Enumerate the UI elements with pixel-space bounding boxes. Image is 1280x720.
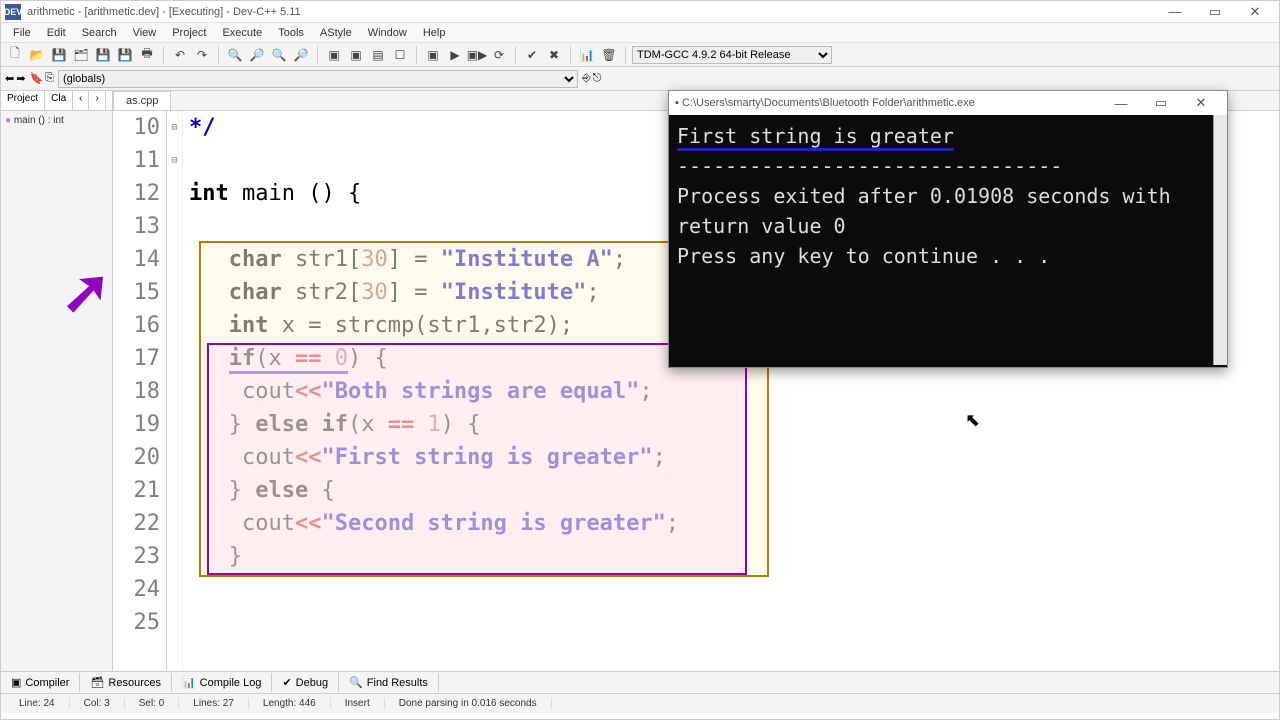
- profile-icon[interactable]: 📊: [577, 45, 597, 65]
- menu-project[interactable]: Project: [164, 27, 214, 39]
- bottom-tab-findresults[interactable]: 🔍 Find Results: [339, 673, 439, 692]
- replace-icon[interactable]: 🔎: [247, 45, 267, 65]
- forward-icon[interactable]: ➡: [16, 72, 25, 85]
- bottom-tab-compiler[interactable]: ▣ Compiler: [1, 673, 80, 692]
- bottom-tabs: ▣ Compiler 🗃 Resources 📊 Compile Log ✔ D…: [1, 671, 1279, 693]
- line-numbers: 10111213141516171819202122232425: [113, 111, 167, 671]
- delete-icon[interactable]: 🗑: [599, 45, 619, 65]
- toolbar-secondary: ⬅ ➡ 🔖 ⎘ (globals) ⎆ ⎋: [1, 67, 1279, 91]
- findfiles-icon[interactable]: 🔍: [269, 45, 289, 65]
- console-scrollbar[interactable]: [1213, 115, 1227, 365]
- undo-icon[interactable]: ↶: [170, 45, 190, 65]
- print-icon[interactable]: 🖶: [137, 45, 157, 65]
- tab-project[interactable]: Project: [1, 91, 45, 110]
- menu-file[interactable]: File: [5, 27, 39, 39]
- run-icon[interactable]: ▶: [445, 45, 465, 65]
- tab-classes[interactable]: Cla: [45, 91, 73, 110]
- menu-help[interactable]: Help: [415, 27, 454, 39]
- console-line3: Press any key to continue . . .: [677, 241, 1219, 271]
- compilerun-icon[interactable]: ▣▶: [467, 45, 487, 65]
- save2-icon[interactable]: 💾: [93, 45, 113, 65]
- console-icon: ▪: [675, 97, 679, 109]
- close-button[interactable]: ✕: [1235, 2, 1275, 22]
- app-icon: DEV: [5, 4, 21, 20]
- menubar: File Edit Search View Project Execute To…: [1, 23, 1279, 43]
- fold-column[interactable]: ⊟⊟: [167, 111, 183, 671]
- save3-icon[interactable]: 💾: [115, 45, 135, 65]
- findnext-icon[interactable]: 🔎: [291, 45, 311, 65]
- back-icon[interactable]: ⬅: [5, 72, 14, 85]
- console-maximize-button[interactable]: ▭: [1141, 93, 1181, 113]
- tb-extra4-icon[interactable]: ☐: [390, 45, 410, 65]
- status-line: Line: 24: [5, 698, 70, 709]
- console-titlebar[interactable]: ▪ C:\Users\smarty\Documents\Bluetooth Fo…: [669, 91, 1227, 115]
- console-close-button[interactable]: ✕: [1181, 93, 1221, 113]
- redo-icon[interactable]: ↷: [192, 45, 212, 65]
- maximize-button[interactable]: ▭: [1195, 2, 1235, 22]
- menu-execute[interactable]: Execute: [214, 27, 270, 39]
- tree-item-main[interactable]: main () : int: [5, 115, 108, 126]
- menu-search[interactable]: Search: [74, 27, 125, 39]
- open-icon[interactable]: 📂: [27, 45, 47, 65]
- window-title: arithmetic - [arithmetic.dev] - [Executi…: [27, 6, 301, 18]
- dbg-step1-icon[interactable]: ⎆: [582, 72, 591, 85]
- tb-extra1-icon[interactable]: ▣: [324, 45, 344, 65]
- status-length: Length: 446: [249, 698, 331, 709]
- bottom-tab-debug[interactable]: ✔ Debug: [272, 673, 339, 692]
- debug-icon[interactable]: ✔: [522, 45, 542, 65]
- compile-icon[interactable]: ▣: [423, 45, 443, 65]
- stop-icon[interactable]: ✖: [544, 45, 564, 65]
- tab-nav-left[interactable]: ‹: [73, 91, 89, 110]
- status-sel: Sel: 0: [125, 698, 180, 709]
- console-line2: Process exited after 0.01908 seconds wit…: [677, 181, 1219, 241]
- tab-nav-right[interactable]: ›: [89, 91, 105, 110]
- tb-extra3-icon[interactable]: ▤: [368, 45, 388, 65]
- bookmark-icon[interactable]: 🔖: [29, 72, 43, 85]
- statusbar: Line: 24 Col: 3 Sel: 0 Lines: 27 Length:…: [1, 693, 1279, 713]
- sidebar-tabs: Project Cla ‹ ›: [1, 91, 112, 111]
- tb-extra2-icon[interactable]: ▣: [346, 45, 366, 65]
- menu-window[interactable]: Window: [360, 27, 415, 39]
- console-minimize-button[interactable]: —: [1101, 93, 1141, 113]
- console-output[interactable]: First string is greater ----------------…: [669, 115, 1227, 365]
- rebuild-icon[interactable]: ⟳: [489, 45, 509, 65]
- find-icon[interactable]: 🔍: [225, 45, 245, 65]
- save-icon[interactable]: 💾: [49, 45, 69, 65]
- console-title: C:\Users\smarty\Documents\Bluetooth Fold…: [682, 97, 975, 109]
- menu-edit[interactable]: Edit: [39, 27, 74, 39]
- saveall-icon[interactable]: 🗂: [71, 45, 91, 65]
- bottom-tab-resources[interactable]: 🗃 Resources: [80, 673, 172, 692]
- status-col: Col: 3: [70, 698, 125, 709]
- minimize-button[interactable]: —: [1155, 2, 1195, 22]
- titlebar: DEV arithmetic - [arithmetic.dev] - [Exe…: [1, 1, 1279, 23]
- editor-tab-as[interactable]: as.cpp: [113, 91, 171, 110]
- status-parse: Done parsing in 0.016 seconds: [385, 698, 552, 709]
- menu-view[interactable]: View: [125, 27, 165, 39]
- toolbar-main: 🗋 📂 💾 🗂 💾 💾 🖶 ↶ ↷ 🔍 🔎 🔍 🔎 ▣ ▣ ▤ ☐ ▣ ▶ ▣▶…: [1, 43, 1279, 67]
- dbg-step2-icon[interactable]: ⎋: [593, 72, 602, 85]
- status-lines: Lines: 27: [179, 698, 249, 709]
- new-icon[interactable]: 🗋: [5, 45, 25, 65]
- sidebar: Project Cla ‹ › main () : int: [1, 91, 113, 671]
- goto-icon[interactable]: ⎘: [45, 72, 54, 85]
- menu-tools[interactable]: Tools: [270, 27, 312, 39]
- bottom-tab-compilelog[interactable]: 📊 Compile Log: [172, 673, 272, 692]
- console-window: ▪ C:\Users\smarty\Documents\Bluetooth Fo…: [668, 90, 1228, 368]
- console-line1: First string is greater: [677, 124, 954, 151]
- compiler-select[interactable]: TDM-GCC 4.9.2 64-bit Release: [632, 46, 832, 64]
- console-dashes: --------------------------------: [677, 151, 1219, 181]
- globals-select[interactable]: (globals): [58, 70, 578, 88]
- status-insert: Insert: [331, 698, 385, 709]
- menu-astyle[interactable]: AStyle: [312, 27, 360, 39]
